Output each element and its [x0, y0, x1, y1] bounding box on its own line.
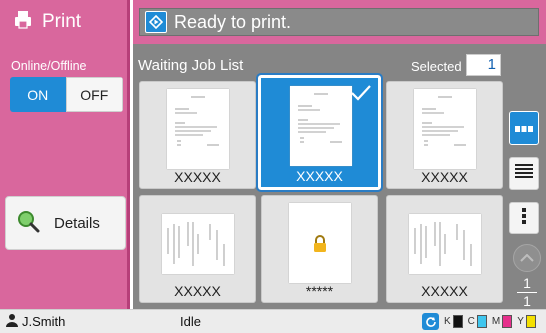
app-title: Print: [12, 9, 81, 35]
thumbnail-view-button[interactable]: [509, 111, 539, 145]
chevron-up-icon: [520, 249, 534, 267]
user-info[interactable]: J.Smith: [5, 313, 65, 330]
job-thumbnail: [414, 89, 476, 169]
details-label: Details: [54, 214, 100, 232]
job-name: XXXXX: [421, 283, 468, 299]
ink-k-bar: [452, 315, 463, 328]
job-name: XXXXX: [296, 168, 343, 184]
job-thumbnail: [409, 214, 481, 274]
user-name: J.Smith: [22, 314, 66, 329]
job-tile-locked[interactable]: *****: [261, 195, 378, 303]
ink-y-bar: [525, 315, 536, 328]
ink-levels: K C M Y: [422, 313, 536, 330]
job-name: XXXXX: [174, 169, 221, 185]
job-tile-selected[interactable]: XXXXX: [256, 73, 383, 192]
top-bar: Ready to print.: [133, 0, 546, 44]
sidebar: Print Online/Offline ON OFF Details: [0, 0, 130, 309]
ink-m-bar: [502, 315, 513, 328]
job-tile[interactable]: XXXXX: [139, 195, 256, 303]
more-vertical-icon: [522, 207, 526, 229]
print-status-icon: [145, 11, 167, 33]
online-offline-toggle[interactable]: ON OFF: [10, 77, 123, 112]
job-list-title: Waiting Job List: [138, 57, 244, 74]
scroll-up-button[interactable]: [513, 244, 541, 272]
list-icon: [515, 164, 533, 183]
magnifier-icon: [16, 209, 40, 237]
job-thumbnail: [290, 86, 352, 166]
details-button[interactable]: Details: [5, 196, 126, 250]
job-tile[interactable]: XXXXX: [386, 195, 503, 303]
more-options-button[interactable]: [509, 202, 539, 234]
status-bar: Ready to print.: [139, 8, 539, 36]
online-on-button[interactable]: ON: [10, 77, 66, 112]
app-title-text: Print: [42, 11, 82, 32]
bottom-status-bar: J.Smith Idle K C M Y: [0, 309, 546, 333]
ink-m-label: M: [491, 316, 501, 327]
list-view-button[interactable]: [509, 157, 539, 190]
selected-label: Selected: [411, 59, 462, 74]
refresh-icon[interactable]: [422, 313, 439, 330]
page-indicator: 1 1: [514, 276, 540, 309]
total-pages: 1: [523, 293, 531, 309]
online-off-button[interactable]: OFF: [65, 77, 123, 112]
grid-icon: [515, 119, 533, 137]
ink-c-label: C: [467, 316, 475, 327]
job-name: XXXXX: [174, 283, 221, 299]
ink-k-label: K: [444, 316, 451, 327]
job-tile[interactable]: XXXXX: [139, 81, 256, 189]
lock-icon: [311, 235, 329, 253]
job-thumbnail: [162, 214, 234, 274]
job-name: *****: [305, 283, 334, 299]
machine-status: Idle: [180, 314, 201, 329]
selected-count: 1: [466, 54, 501, 76]
current-page: 1: [523, 275, 531, 291]
job-tile[interactable]: XXXXX: [386, 81, 503, 189]
user-icon: [5, 313, 19, 330]
status-text: Ready to print.: [174, 11, 292, 32]
ink-c-bar: [476, 315, 487, 328]
job-thumbnail: [289, 203, 351, 283]
job-list-panel: Waiting Job List Selected 1 XXXXX XXXXX …: [133, 44, 546, 333]
job-thumbnail: [167, 89, 229, 169]
online-offline-label: Online/Offline: [11, 59, 87, 73]
job-name: XXXXX: [421, 169, 468, 185]
printer-icon: [12, 8, 34, 36]
ink-y-label: Y: [517, 316, 524, 327]
checkmark-icon: [350, 84, 372, 102]
